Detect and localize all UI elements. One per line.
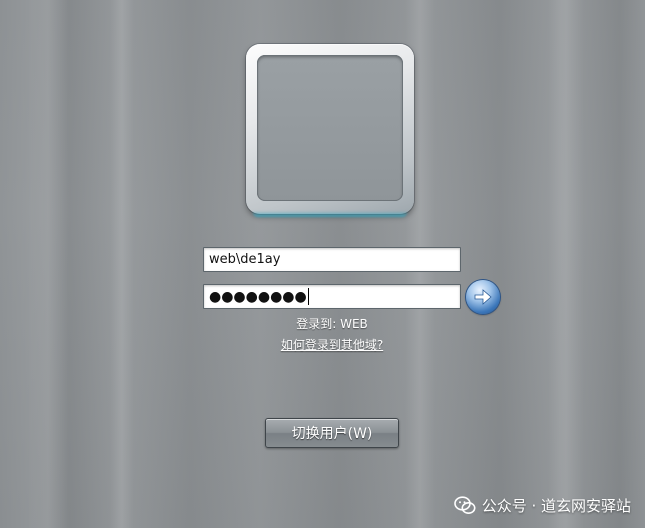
arrow-right-icon — [474, 289, 492, 305]
user-tile — [246, 44, 414, 214]
text-caret — [307, 288, 309, 305]
background-streak — [28, 0, 68, 528]
user-picture-frame — [257, 55, 403, 201]
username-value: web\de1ay — [209, 252, 281, 267]
other-domain-help-link[interactable]: 如何登录到其他域? — [203, 336, 461, 353]
watermark-text: 公众号 · 道玄网安驿站 — [481, 497, 631, 515]
password-value: ●●●●●●●● — [209, 288, 307, 305]
password-field[interactable]: ●●●●●●●● — [203, 284, 461, 309]
switch-user-button[interactable]: 切换用户(W) — [265, 418, 399, 448]
background-streak — [548, 0, 584, 528]
background-streak — [110, 0, 134, 528]
submit-login-button[interactable] — [466, 280, 500, 314]
watermark: 公众号 · 道玄网安驿站 — [453, 495, 631, 516]
domain-label: 登录到: WEB — [296, 317, 368, 331]
wechat-icon — [453, 496, 476, 514]
username-field[interactable]: web\de1ay — [203, 247, 461, 272]
